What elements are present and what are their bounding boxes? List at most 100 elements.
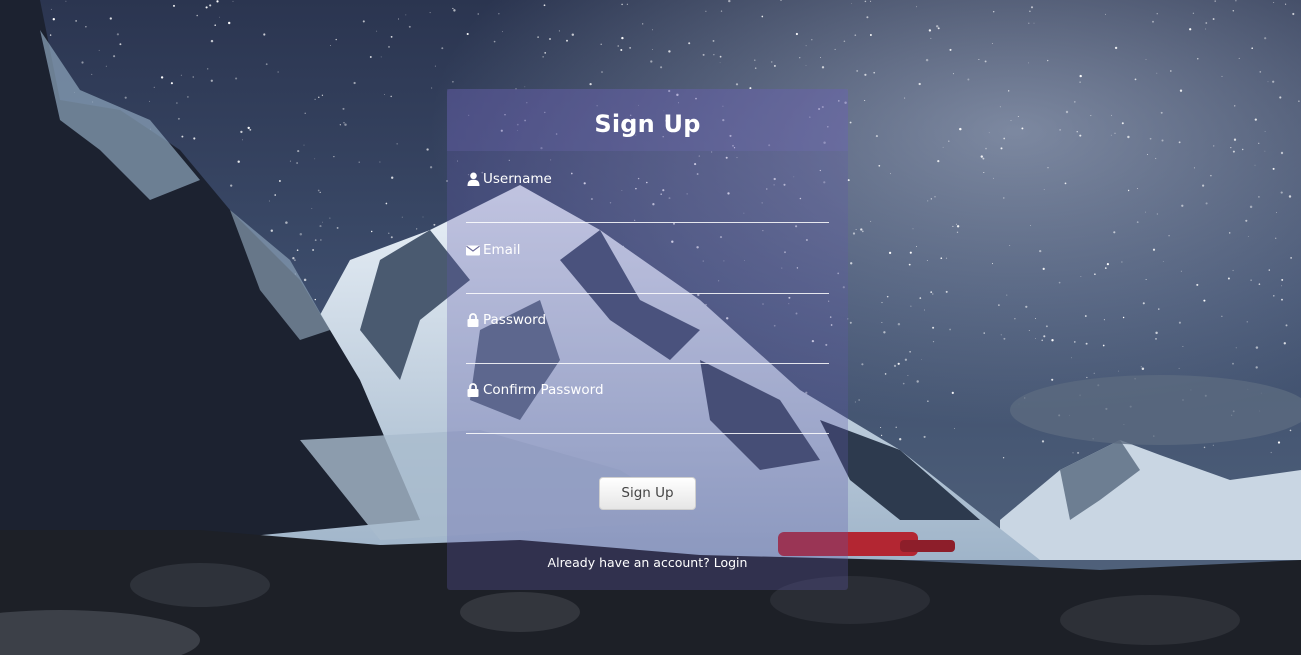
star [956,231,959,233]
star [1145,58,1147,60]
star [453,9,456,12]
star [384,94,385,95]
star [379,161,381,163]
star [660,66,663,69]
star [856,69,859,72]
star [1000,147,1003,150]
star [1281,278,1284,281]
star [916,246,917,248]
star [1029,10,1031,13]
star [1233,138,1237,141]
star [864,73,867,76]
star [187,96,189,98]
star [49,34,52,36]
star [274,194,276,196]
star [881,302,883,304]
star [916,380,919,383]
password-input[interactable] [466,331,829,364]
star [899,438,902,441]
star [1280,191,1283,194]
star [441,47,444,50]
star [52,18,55,21]
star [192,76,194,78]
star [1241,148,1244,151]
username-input[interactable] [466,190,829,223]
star [1178,321,1181,324]
star [948,140,950,142]
star [1277,441,1281,444]
star [321,94,324,96]
email-input[interactable] [466,261,829,294]
star [1084,315,1087,317]
star [544,52,547,54]
star [870,0,872,2]
star [991,43,993,44]
star [713,54,715,56]
star [864,100,866,101]
star [1021,127,1024,130]
star [1122,316,1125,319]
star [855,228,857,231]
star [124,96,127,99]
star [854,34,857,36]
star [1272,167,1275,170]
star [916,6,918,8]
star [982,157,985,160]
star [172,4,176,7]
star [342,107,345,110]
star [376,30,378,32]
star [956,225,960,228]
star [1255,366,1258,369]
star [85,26,87,28]
star [434,65,436,67]
password-label-text: Password [483,312,547,328]
star [1079,74,1082,78]
login-link[interactable]: Login [714,555,748,570]
star [1180,270,1182,272]
star [940,257,943,260]
star [771,61,773,63]
star [312,249,315,251]
star [498,13,500,15]
star [805,65,807,66]
star [773,64,776,67]
star [391,176,394,179]
star [322,221,324,223]
star [930,291,933,293]
star [408,25,411,28]
star [904,358,908,361]
star [945,257,948,259]
star [1264,150,1266,152]
confirm-password-input[interactable] [466,401,829,434]
star [1152,248,1156,251]
star [761,15,764,18]
star [1232,269,1234,272]
star [937,160,940,163]
star [1232,362,1234,365]
star [109,17,112,20]
star [1102,344,1105,347]
star [177,117,180,120]
star [160,76,164,79]
confirm-password-label-text: Confirm Password [483,382,604,398]
signup-button[interactable]: Sign Up [599,477,696,510]
star [1017,116,1019,117]
star [1247,236,1249,237]
star [897,322,901,326]
star [1065,110,1069,114]
star [1281,298,1283,301]
star [1103,319,1105,321]
star [1003,337,1006,340]
star [388,232,390,234]
star [113,55,116,58]
star [1041,440,1045,443]
star [919,297,922,299]
star [1270,451,1272,454]
star [268,200,270,202]
star [297,150,300,153]
star [1197,58,1199,60]
star [1267,81,1269,83]
star [390,35,393,38]
star [893,364,897,367]
star [426,148,429,151]
